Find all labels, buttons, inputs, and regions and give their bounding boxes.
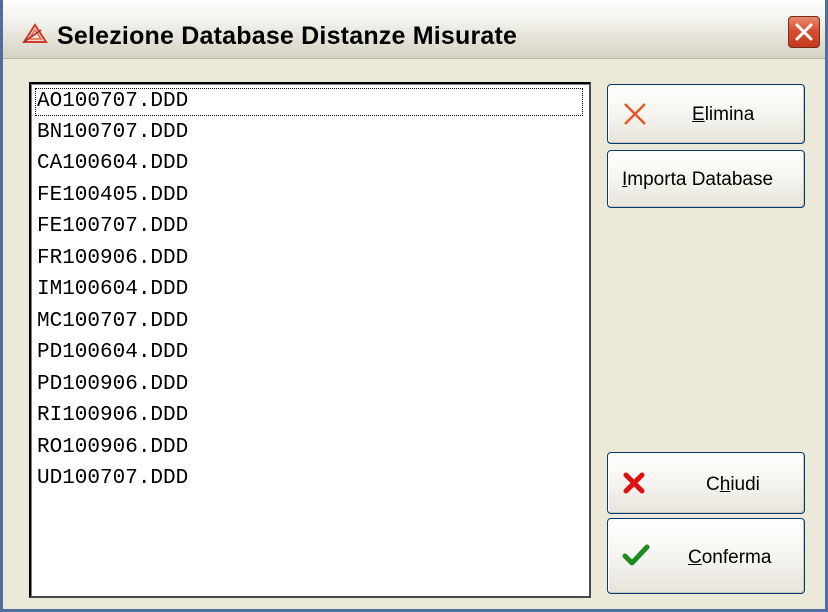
list-item[interactable]: IM100604.DDD [35,276,583,304]
app-triangle-icon [22,23,48,43]
list-item[interactable]: MC100707.DDD [35,308,583,336]
list-item[interactable]: AO100707.DDD [35,88,583,116]
confirm-button[interactable]: Conferma [607,518,805,594]
import-database-button-label: Importa Database [622,169,774,190]
window-title: Selezione Database Distanze Misurate [57,22,518,50]
close-button-label: Chiudi [706,474,760,495]
list-item[interactable]: RI100906.DDD [35,402,583,430]
list-item[interactable]: PD100604.DDD [35,339,583,367]
delete-button-label: Elimina [692,104,755,125]
window-close-button[interactable] [788,16,820,48]
list-item[interactable]: BN100707.DDD [35,119,583,147]
import-database-button[interactable]: Importa Database [607,150,805,208]
list-item[interactable]: FR100906.DDD [35,245,583,273]
close-button[interactable]: Chiudi [607,452,805,514]
list-item[interactable]: FE100707.DDD [35,213,583,241]
delete-x-icon [624,103,646,125]
list-item[interactable]: FE100405.DDD [35,182,583,210]
list-item[interactable]: RO100906.DDD [35,434,583,462]
close-red-x-icon [623,472,645,494]
title-bar[interactable]: Selezione Database Distanze Misurate [3,0,825,59]
database-list[interactable]: AO100707.DDD BN100707.DDD CA100604.DDD F… [29,82,591,598]
list-item[interactable]: CA100604.DDD [35,150,583,178]
confirm-button-label: Conferma [688,547,772,568]
list-item[interactable]: UD100707.DDD [35,465,583,493]
list-item[interactable]: PD100906.DDD [35,371,583,399]
dialog-window: Selezione Database Distanze Misurate AO1… [0,0,828,612]
checkmark-icon [622,544,650,566]
delete-button[interactable]: Elimina [607,84,805,144]
close-icon [795,23,813,41]
